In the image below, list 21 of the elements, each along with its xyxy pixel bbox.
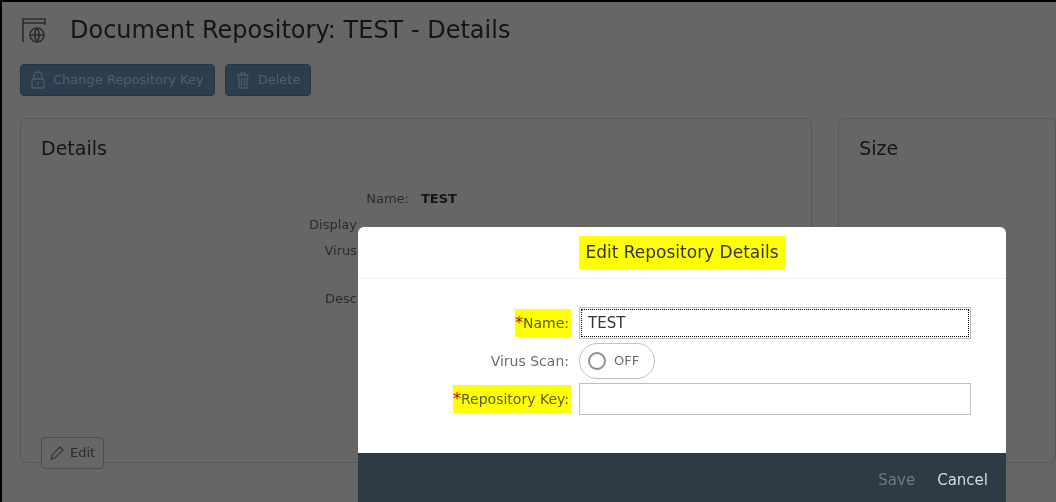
cancel-button[interactable]: Cancel bbox=[933, 464, 992, 496]
pencil-icon bbox=[50, 446, 64, 461]
field-label: Desc bbox=[324, 289, 357, 308]
card-title: Size bbox=[858, 135, 900, 161]
field-label: Display bbox=[308, 215, 357, 234]
field-value: TEST bbox=[421, 189, 457, 208]
card-title: Details bbox=[40, 135, 108, 161]
toggle-switch[interactable]: OFF bbox=[579, 343, 655, 379]
input-field[interactable]: TEST bbox=[579, 307, 971, 339]
trash-icon bbox=[235, 70, 250, 89]
field-label: *Repository Key: bbox=[453, 385, 571, 413]
page-title: Document Repository: TEST - Details bbox=[70, 15, 511, 46]
field-label: Virus Scan: bbox=[490, 351, 570, 371]
input-field[interactable] bbox=[579, 383, 971, 415]
field-label: *Name: bbox=[514, 309, 571, 337]
field-label: Virus bbox=[323, 241, 357, 260]
edit-button[interactable]: Edit bbox=[41, 437, 105, 469]
globe-page-icon bbox=[20, 16, 48, 44]
field-label: Name: bbox=[365, 189, 409, 208]
lock-icon bbox=[31, 70, 45, 89]
dialog-title: Edit Repository Details bbox=[579, 235, 785, 270]
